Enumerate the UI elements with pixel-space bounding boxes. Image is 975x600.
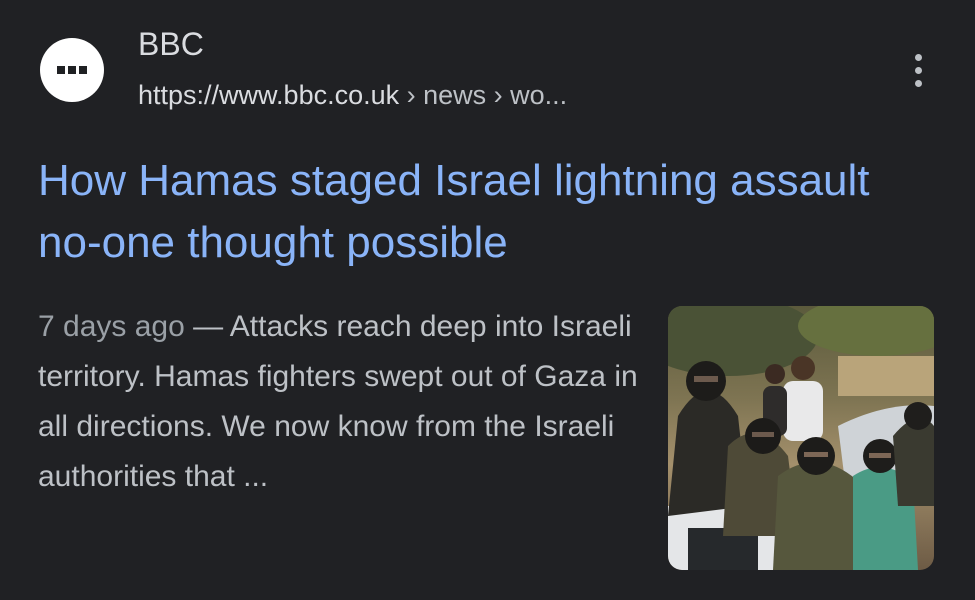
- breadcrumb[interactable]: https://www.bbc.co.uk › news › wo...: [138, 78, 567, 112]
- breadcrumb-path: › news › wo...: [399, 80, 568, 110]
- bbc-favicon-icon[interactable]: [40, 38, 104, 102]
- more-vert-icon: [914, 53, 922, 61]
- more-options-button[interactable]: [900, 48, 936, 92]
- result-title-link[interactable]: How Hamas staged Israel lightning assaul…: [38, 150, 918, 274]
- breadcrumb-url: https://www.bbc.co.uk: [138, 80, 400, 110]
- news-thumbnail-photo[interactable]: [668, 306, 934, 570]
- result-date: 7 days ago: [38, 310, 185, 343]
- site-name[interactable]: BBC: [138, 24, 204, 64]
- thumbnail-image: [668, 306, 934, 570]
- snippet-separator: —: [184, 310, 230, 343]
- result-snippet: 7 days ago — Attacks reach deep into Isr…: [38, 302, 638, 502]
- favicon-dots: [57, 66, 87, 74]
- search-result-card: BBC https://www.bbc.co.uk › news › wo...…: [0, 0, 975, 600]
